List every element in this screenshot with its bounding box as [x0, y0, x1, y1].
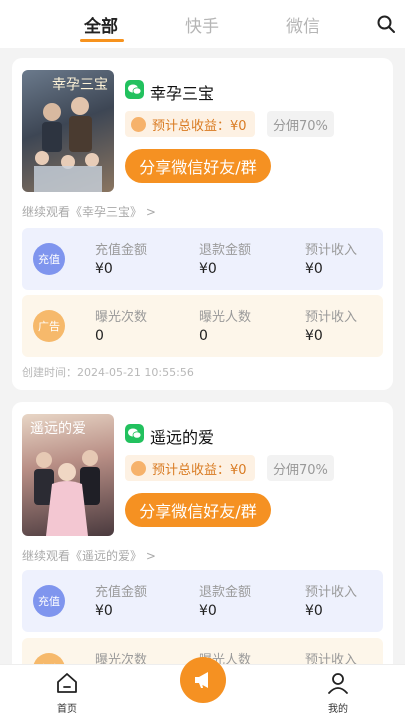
- continue-watching-link[interactable]: 继续观看《遥远的爱》 >: [22, 547, 156, 564]
- stat-label: 曝光人数: [199, 310, 252, 325]
- stat-label: 预计收入: [305, 310, 358, 325]
- search-icon[interactable]: [376, 14, 396, 34]
- stat-value: ¥0: [305, 603, 323, 619]
- money-bag-icon: [131, 116, 146, 132]
- drama-poster[interactable]: 幸孕三宝: [22, 70, 114, 192]
- drama-title: 遥远的爱: [150, 428, 215, 447]
- stat-value: ¥0: [199, 261, 217, 277]
- stat-value: ¥0: [95, 603, 113, 619]
- stat-label: 退款金额: [199, 243, 252, 258]
- stat-label: 退款金额: [199, 585, 252, 600]
- stat-label: 充值金额: [95, 243, 148, 258]
- tab-all[interactable]: 全部: [84, 12, 118, 37]
- wechat-icon: [125, 80, 144, 99]
- stat-value: ¥0: [199, 603, 217, 619]
- created-time: 创建时间：2024-05-21 10:55:56: [22, 366, 194, 379]
- drama-card: 幸孕三宝 幸孕三宝 预计总收益：¥0 分佣70% 分享微信好友/群 继续观看《幸…: [12, 58, 393, 390]
- ads-stats-row: 广告 曝光次数 曝光人数 预计收入 0 0 ¥0: [22, 295, 383, 357]
- estimated-earnings: 预计总收益：¥0: [125, 111, 255, 137]
- tab-kuaishou[interactable]: 快手: [185, 12, 219, 37]
- recharge-stats-row: 充值 充值金额 退款金额 预计收入 ¥0 ¥0 ¥0: [22, 570, 383, 632]
- stat-label: 充值金额: [95, 585, 148, 600]
- money-bag-icon: [131, 460, 146, 476]
- stat-label: 预计收入: [305, 653, 358, 664]
- nav-home-label[interactable]: 首页: [57, 700, 77, 715]
- stat-value: ¥0: [305, 261, 323, 277]
- bottom-nav: 首页 我的: [0, 657, 405, 720]
- ads-badge: 广告: [33, 653, 65, 664]
- poster-title: 幸孕三宝: [52, 77, 108, 93]
- estimated-earnings-text: 预计总收益：¥0: [152, 118, 247, 134]
- recharge-badge: 充值: [33, 243, 65, 275]
- stat-value: 0: [199, 328, 208, 344]
- stat-label: 曝光次数: [95, 310, 148, 325]
- stat-label: 曝光次数: [95, 653, 148, 664]
- nav-mine-label[interactable]: 我的: [328, 700, 348, 715]
- continue-watching-link[interactable]: 继续观看《幸孕三宝》 >: [22, 203, 156, 220]
- home-icon[interactable]: [55, 671, 79, 695]
- active-tab-indicator: [80, 39, 124, 42]
- stat-label: 预计收入: [305, 585, 358, 600]
- megaphone-icon: [195, 672, 208, 688]
- drama-poster[interactable]: 遥远的爱: [22, 414, 114, 536]
- recharge-stats-row: 充值 充值金额 退款金额 预计收入 ¥0 ¥0 ¥0: [22, 228, 383, 290]
- stat-value: ¥0: [95, 261, 113, 277]
- commission-badge: 分佣70%: [267, 111, 334, 137]
- recharge-badge: 充值: [33, 585, 65, 617]
- estimated-earnings-text: 预计总收益：¥0: [152, 462, 247, 478]
- poster-title: 遥远的爱: [30, 421, 86, 437]
- drama-title: 幸孕三宝: [150, 84, 215, 103]
- promote-button[interactable]: [180, 657, 226, 703]
- drama-card: 遥远的爱 遥远的爱 预计总收益：¥0 分佣70% 分享微信好友/群 继续观看《遥…: [12, 402, 393, 664]
- tab-wechat[interactable]: 微信: [286, 12, 320, 37]
- ads-badge: 广告: [33, 310, 65, 342]
- top-tab-bar: 全部 快手 微信: [0, 0, 405, 48]
- estimated-earnings: 预计总收益：¥0: [125, 455, 255, 481]
- stat-label: 预计收入: [305, 243, 358, 258]
- commission-badge: 分佣70%: [267, 455, 334, 481]
- stat-value: ¥0: [305, 328, 323, 344]
- profile-icon[interactable]: [326, 671, 350, 695]
- share-wechat-button[interactable]: 分享微信好友/群: [125, 493, 271, 527]
- stat-value: 0: [95, 328, 104, 344]
- wechat-icon: [125, 424, 144, 443]
- share-wechat-button[interactable]: 分享微信好友/群: [125, 149, 271, 183]
